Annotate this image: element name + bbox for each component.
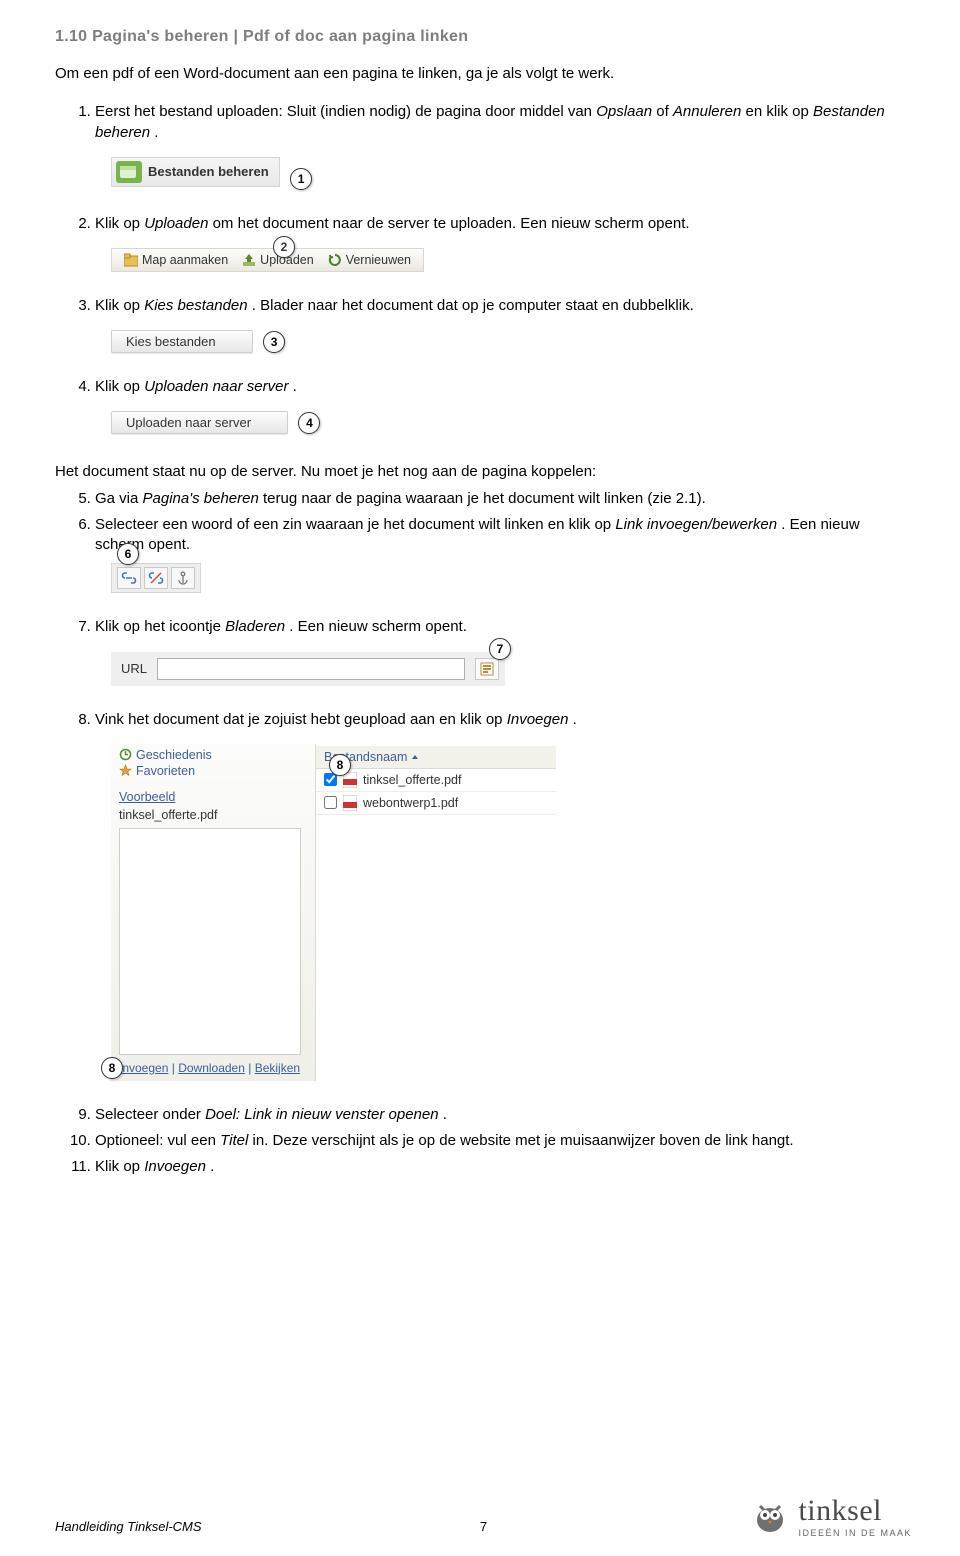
step-3: Klik op Kies bestanden . Blader naar het…: [95, 296, 912, 316]
figure-url-row: URL 7: [111, 652, 505, 686]
step-9: Selecteer onder Doel: Link in nieuw vens…: [95, 1105, 912, 1125]
insert-link-button[interactable]: [117, 567, 141, 589]
url-input[interactable]: [157, 658, 465, 680]
action-bekijken[interactable]: Bekijken: [255, 1061, 300, 1075]
toolbar: Map aanmaken Uploaden 2 Vernieuwen: [111, 248, 424, 272]
step-4: Klik op Uploaden naar server .: [95, 377, 912, 397]
star-icon: [119, 764, 132, 777]
file-row[interactable]: webontwerp1.pdf: [316, 792, 556, 815]
col-header-bestandsnaam[interactable]: Bestandsnaam: [316, 746, 556, 769]
file-name: webontwerp1.pdf: [363, 796, 458, 810]
step-11: Klik op Invoegen .: [95, 1157, 912, 1177]
step-6: Selecteer een woord of een zin waaraan j…: [95, 515, 912, 556]
callout-4: 4: [298, 412, 320, 434]
owl-icon: [750, 1498, 790, 1534]
folder-icon: [116, 161, 142, 183]
callout-8-top: 8: [329, 754, 351, 776]
kies-bestanden-button[interactable]: Kies bestanden: [111, 330, 253, 353]
step-5: Ga via Pagina's beheren terug naar de pa…: [95, 489, 912, 509]
footer-page-number: 7: [480, 1519, 487, 1534]
file-row[interactable]: tinksel_offerte.pdf: [316, 769, 556, 792]
upload-icon: [242, 253, 256, 267]
callout-7: 7: [489, 638, 511, 660]
history-link[interactable]: Geschiedenis: [119, 748, 309, 762]
mid-text: Het document staat nu op de server. Nu m…: [55, 462, 912, 482]
anchor-button[interactable]: [171, 567, 195, 589]
preview-filename: tinksel_offerte.pdf: [119, 808, 309, 822]
step-7: Klik op het icoontje Bladeren . Een nieu…: [95, 617, 912, 637]
figure-file-browser: Geschiedenis Favorieten Voorbeeld tinkse…: [111, 744, 556, 1081]
step-1: Eerst het bestand uploaden: Sluit (indie…: [95, 102, 912, 143]
browse-icon: [480, 662, 494, 676]
footer-doc-name: Handleiding Tinksel-CMS: [55, 1519, 202, 1534]
toolbar-vernieuwen[interactable]: Vernieuwen: [328, 253, 411, 267]
unlink-icon: [148, 572, 164, 584]
figure-bestanden-beheren: Bestanden beheren 1: [111, 157, 312, 190]
logo-tagline: IDEEËN IN DE MAAK: [798, 1528, 912, 1538]
step-2: Klik op Uploaden om het document naar de…: [95, 214, 912, 234]
browser-actions: Invoegen | Downloaden | Bekijken: [119, 1061, 309, 1075]
preview-pane: [119, 828, 301, 1055]
figure-uploaden-naar-server: Uploaden naar server 4: [111, 411, 320, 434]
bestanden-beheren-button[interactable]: Bestanden beheren: [111, 157, 280, 187]
figure-kies-bestanden: Kies bestanden 3: [111, 330, 285, 353]
sort-icon: [411, 753, 419, 761]
refresh-icon: [328, 253, 342, 267]
file-name: tinksel_offerte.pdf: [363, 773, 461, 787]
step-10: Optioneel: vul een Titel in. Deze versch…: [95, 1131, 912, 1151]
folder-create-icon: [124, 253, 138, 267]
pdf-icon: [343, 795, 357, 811]
step-8: Vink het document dat je zojuist hebt ge…: [95, 710, 912, 730]
browse-button[interactable]: [475, 658, 499, 680]
favorites-link[interactable]: Favorieten: [119, 764, 309, 778]
logo-text: tinksel: [798, 1494, 912, 1528]
figure-toolbar: Map aanmaken Uploaden 2 Vernieuwen: [111, 248, 424, 272]
page-title: 1.10 Pagina's beheren | Pdf of doc aan p…: [55, 28, 912, 46]
history-icon: [119, 748, 132, 761]
callout-6: 6: [117, 543, 139, 565]
anchor-icon: [176, 571, 190, 585]
uploaden-naar-server-button[interactable]: Uploaden naar server: [111, 411, 288, 434]
bestanden-beheren-label: Bestanden beheren: [148, 164, 269, 179]
callout-1: 1: [290, 168, 312, 190]
file-checkbox[interactable]: [324, 796, 337, 809]
callout-2: 2: [273, 236, 295, 258]
action-invoegen[interactable]: Invoegen: [119, 1061, 168, 1075]
tinksel-logo: tinksel IDEEËN IN DE MAAK: [750, 1494, 912, 1538]
preview-label: Voorbeeld: [119, 790, 175, 804]
callout-8-bottom: 8: [101, 1057, 123, 1079]
action-downloaden[interactable]: Downloaden: [178, 1061, 245, 1075]
link-icon: [121, 572, 137, 584]
remove-link-button[interactable]: [144, 567, 168, 589]
figure-link-toolbar: 6: [111, 563, 201, 593]
toolbar-map-aanmaken[interactable]: Map aanmaken: [124, 253, 228, 267]
url-label: URL: [121, 661, 147, 676]
intro-text: Om een pdf of een Word-document aan een …: [55, 64, 912, 84]
callout-3: 3: [263, 331, 285, 353]
